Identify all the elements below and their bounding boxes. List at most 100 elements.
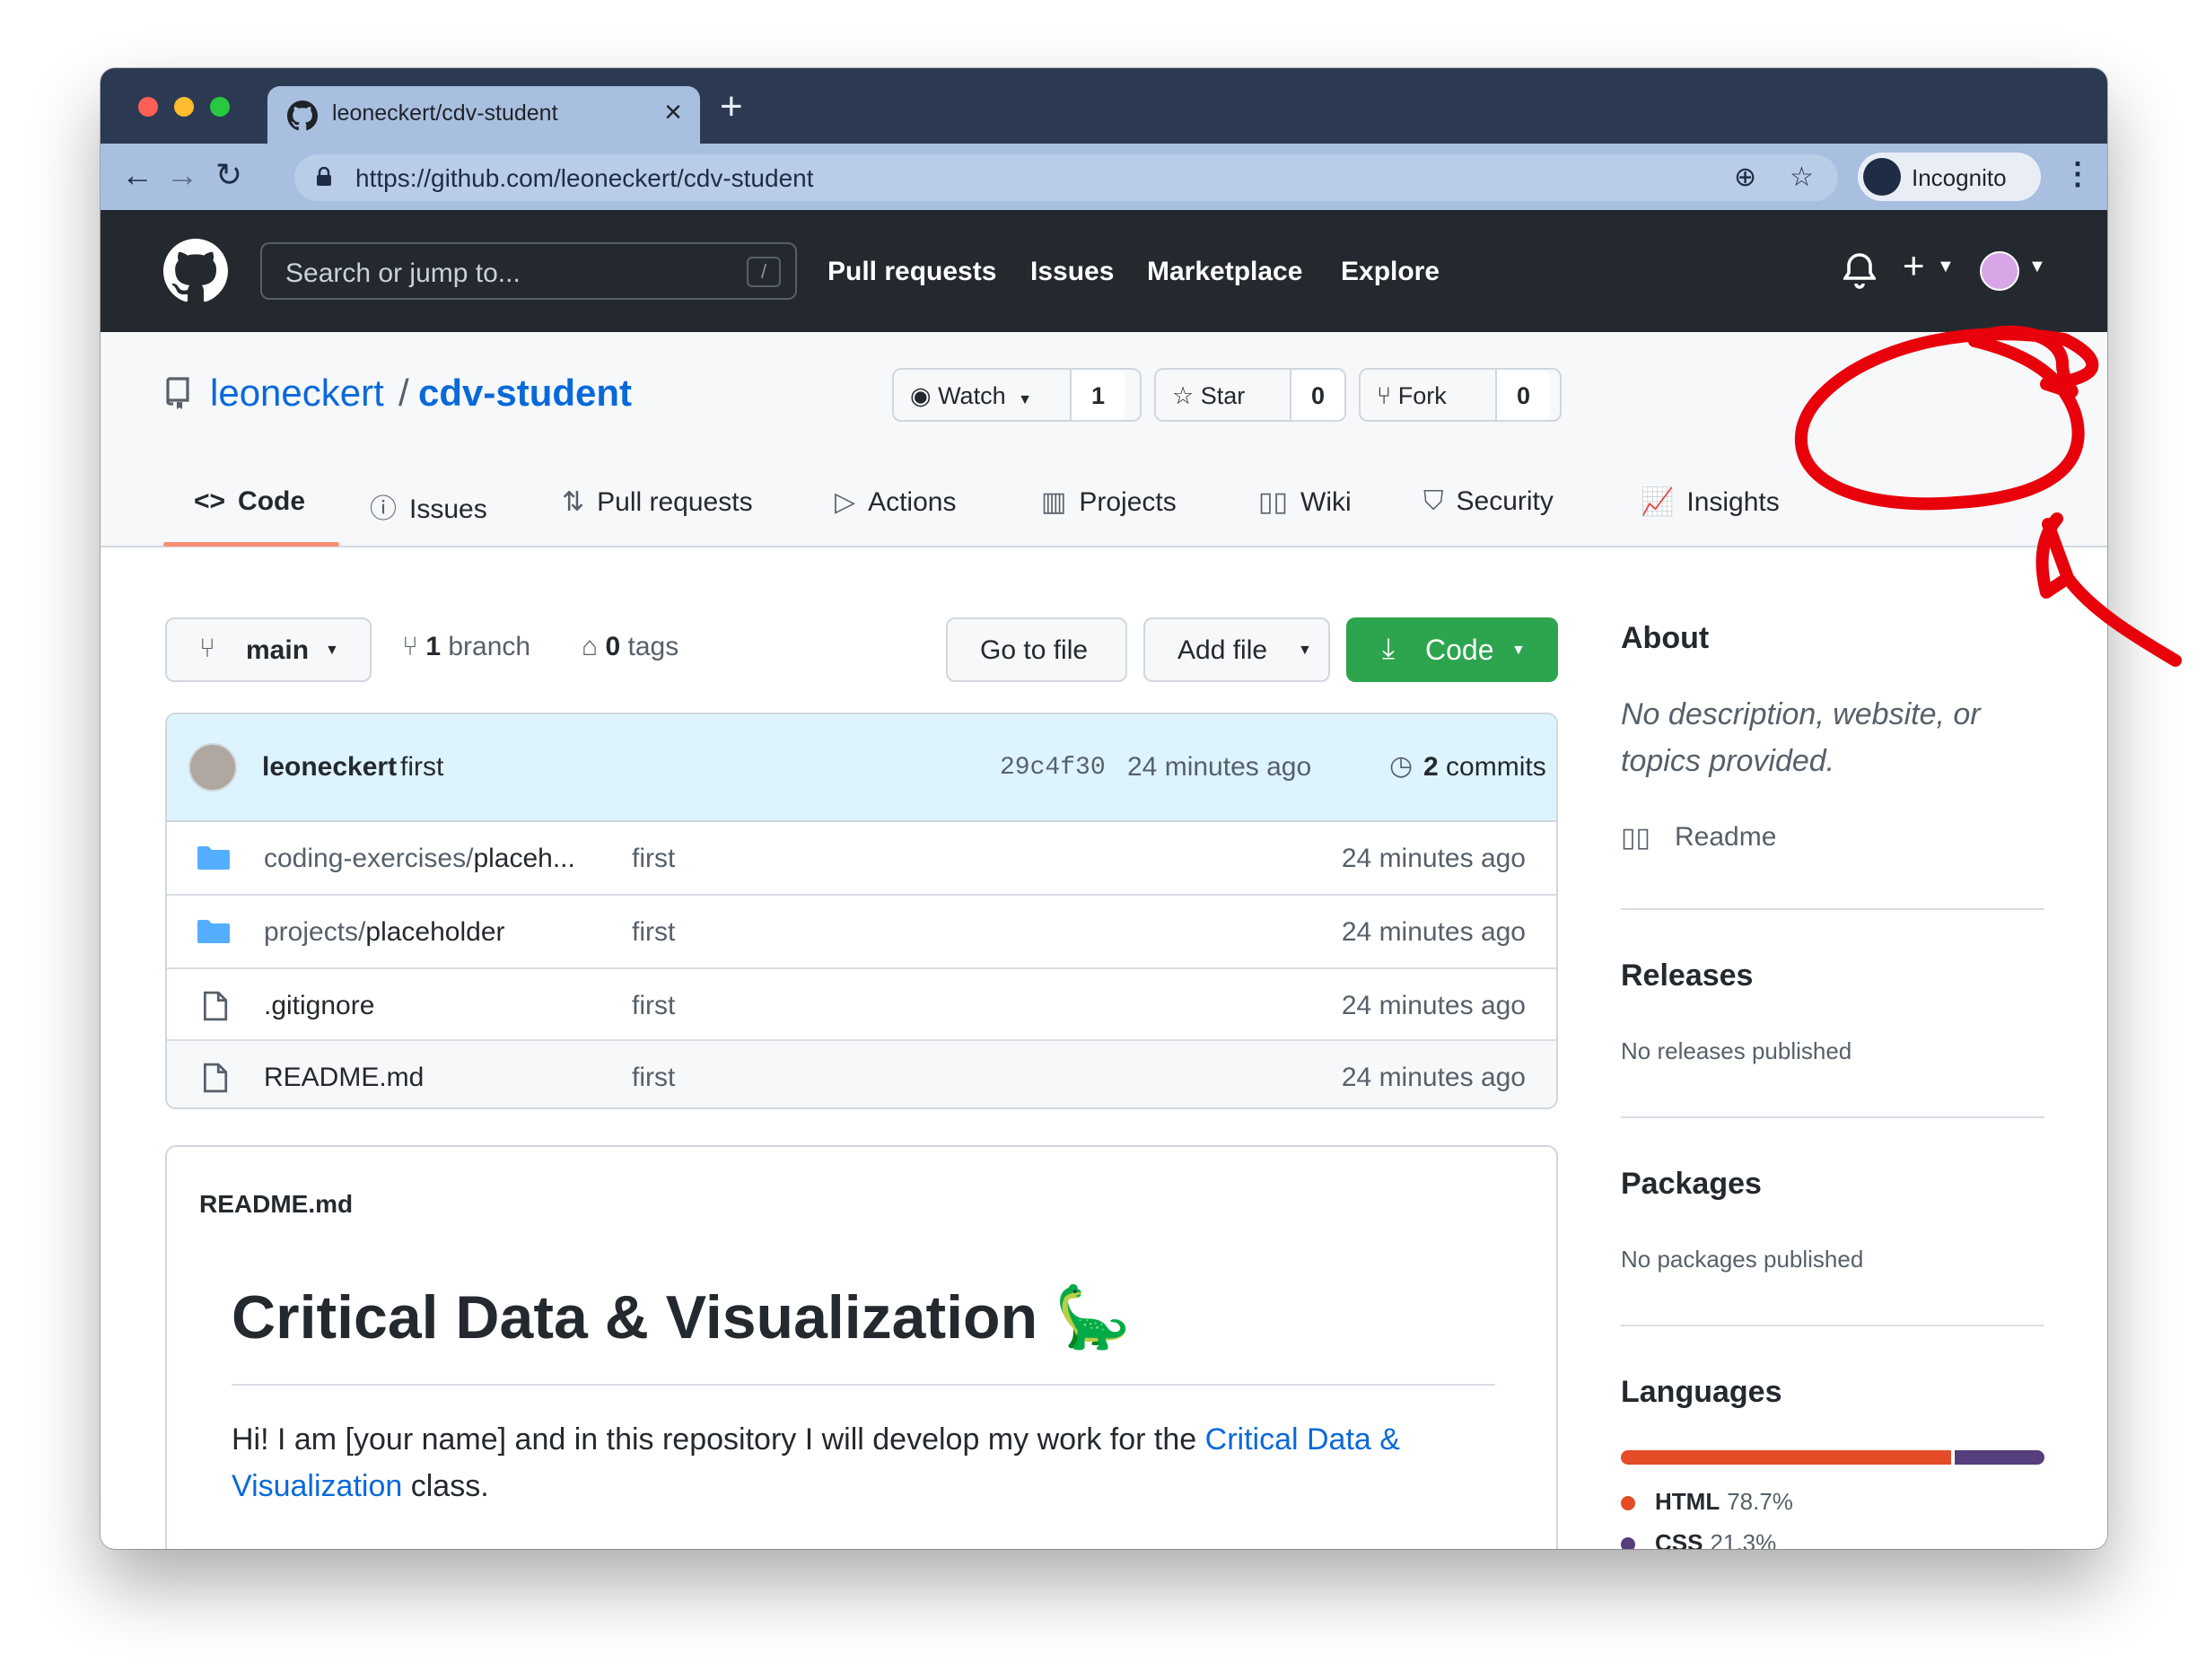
fork-count[interactable]: 0 [1495, 370, 1551, 420]
user-avatar[interactable] [1980, 251, 2019, 291]
tab-title: leoneckert/cdv-student [332, 101, 558, 126]
language-item-css[interactable]: CSS 21.3% [1621, 1529, 1776, 1549]
shield-icon: ⛉ [1423, 486, 1444, 516]
more-icon[interactable]: ⋮ [2062, 156, 2093, 192]
watch-count[interactable]: 1 [1070, 370, 1125, 420]
incognito-label: Incognito [1912, 164, 2007, 191]
history-icon: ◷ [1389, 751, 1414, 781]
tab-wiki[interactable]: ▯▯ Wiki [1258, 486, 1352, 518]
tags-link[interactable]: ⌂ 0 tags [582, 632, 678, 662]
code-icon: <> [194, 486, 226, 516]
tab-code[interactable]: <> Code [194, 486, 305, 517]
branch-select-button[interactable]: ⑂ main ▼ [165, 617, 372, 682]
file-name[interactable]: .gitignore [264, 991, 374, 1021]
url-text: https://github.com/leoneckert/cdv-studen… [355, 164, 814, 192]
tab-pull-requests-label: Pull requests [597, 487, 753, 517]
tab-actions[interactable]: ▷ Actions [835, 486, 956, 518]
close-window-button[interactable] [138, 97, 158, 117]
releases-heading[interactable]: Releases [1621, 958, 1753, 993]
star-count[interactable]: 0 [1289, 370, 1344, 420]
github-logo-icon[interactable] [163, 239, 228, 303]
file-name[interactable]: coding-exercises/placeh... [264, 844, 575, 874]
chevron-down-icon: ▼ [1018, 392, 1032, 407]
file-commit-message[interactable]: first [632, 844, 675, 874]
tab-insights[interactable]: 📈 Insights [1641, 486, 1780, 518]
github-favicon-icon [287, 101, 318, 131]
file-row[interactable]: coding-exercises/placeh... first 24 minu… [167, 822, 1556, 896]
notifications-bell-icon[interactable] [1843, 253, 1876, 289]
tag-word: tags [627, 632, 679, 661]
language-name: CSS [1655, 1529, 1703, 1549]
star-button[interactable]: ☆ Star 0 [1154, 368, 1346, 422]
file-commit-message[interactable]: first [632, 917, 675, 948]
sidebar-divider [1621, 908, 2044, 910]
lock-icon [317, 167, 331, 186]
watch-label: Watch [938, 382, 1006, 409]
fork-button[interactable]: ⑂ Fork 0 [1359, 368, 1562, 422]
commit-count: 2 [1423, 752, 1439, 782]
reload-icon[interactable]: ↻ [208, 154, 249, 196]
readme-heading-text: Critical Data & Visualization [232, 1283, 1038, 1352]
add-file-button[interactable]: Add file ▼ [1143, 617, 1330, 682]
file-leaf: placeh... [473, 844, 575, 873]
address-bar[interactable]: https://github.com/leoneckert/cdv-studen… [294, 154, 1838, 201]
branches-link[interactable]: ⑂ 1 branch [402, 632, 530, 662]
chevron-down-icon: ▼ [325, 643, 339, 658]
commit-hash[interactable]: 29c4f30 [1000, 754, 1106, 782]
watch-button[interactable]: ◉ Watch ▼ 1 [892, 368, 1142, 422]
tab-security[interactable]: ⛉ Security [1423, 486, 1554, 517]
chevron-down-icon[interactable]: ▼ [2028, 257, 2046, 277]
file-commit-message[interactable]: first [632, 1063, 675, 1093]
repo-name-link[interactable]: cdv-student [418, 372, 632, 415]
nav-pull-requests[interactable]: Pull requests [827, 257, 996, 287]
tab-projects[interactable]: ▥ Projects [1041, 486, 1177, 518]
commit-message[interactable]: first [400, 752, 443, 783]
new-tab-icon[interactable]: + [720, 84, 743, 129]
language-bar-segment-html [1621, 1450, 1952, 1465]
language-item-html[interactable]: HTML 78.7% [1621, 1488, 1793, 1516]
create-new-plus-icon[interactable]: + [1903, 244, 1925, 287]
code-download-button[interactable]: ⤓ Code ▼ [1346, 617, 1558, 682]
language-dot [1621, 1537, 1635, 1549]
github-search-input[interactable]: Search or jump to... / [260, 242, 797, 300]
file-commit-message[interactable]: first [632, 991, 675, 1021]
file-row[interactable]: projects/placeholder first 24 minutes ag… [167, 896, 1556, 969]
file-time: 24 minutes ago [1341, 844, 1526, 873]
repo-owner-link[interactable]: leoneckert [210, 372, 384, 415]
tab-close-icon[interactable]: × [664, 95, 682, 130]
file-row[interactable]: README.md first 24 minutes ago [167, 1041, 1556, 1107]
commits-link[interactable]: 2 commits [1423, 752, 1546, 783]
commit-author-avatar[interactable] [188, 743, 237, 792]
browser-tab[interactable]: leoneckert/cdv-student × [267, 86, 700, 144]
chevron-down-icon: ▼ [1511, 643, 1526, 658]
file-name[interactable]: projects/placeholder [264, 917, 505, 948]
nav-explore[interactable]: Explore [1341, 257, 1440, 287]
commit-author[interactable]: leoneckert [262, 752, 397, 783]
file-name[interactable]: README.md [264, 1063, 424, 1093]
minimize-window-button[interactable] [174, 97, 194, 117]
tab-code-label: Code [238, 486, 306, 516]
file-row[interactable]: .gitignore first 24 minutes ago [167, 969, 1556, 1041]
maximize-window-button[interactable] [210, 97, 230, 117]
file-leaf: placeholder [365, 917, 505, 947]
zoom-icon[interactable]: ⊕ [1734, 162, 1756, 193]
repo-icon [166, 377, 189, 409]
chevron-down-icon[interactable]: ▼ [1937, 257, 1955, 277]
incognito-badge[interactable]: Incognito [1858, 153, 2041, 201]
screenshot-stage: leoneckert/cdv-student × + ← → ↻ https:/… [0, 0, 2206, 1680]
forward-icon[interactable]: → [162, 154, 203, 196]
nav-marketplace[interactable]: Marketplace [1147, 257, 1302, 287]
file-time: 24 minutes ago [1341, 917, 1526, 947]
file-dir: projects/ [264, 917, 366, 947]
bookmark-star-icon[interactable]: ☆ [1790, 162, 1814, 193]
readme-link[interactable]: Readme [1675, 822, 1776, 853]
packages-heading[interactable]: Packages [1621, 1167, 1762, 1202]
tab-issues[interactable]: ⓘ Issues [370, 486, 487, 526]
nav-issues[interactable]: Issues [1030, 257, 1114, 287]
tab-security-label: Security [1456, 486, 1554, 516]
readme-paragraph: Hi! I am [your name] and in this reposit… [232, 1416, 1506, 1509]
tab-pull-requests[interactable]: ⇅ Pull requests [562, 486, 753, 518]
packages-text: No packages published [1621, 1246, 1864, 1273]
go-to-file-button[interactable]: Go to file [946, 617, 1127, 682]
back-icon[interactable]: ← [117, 154, 158, 196]
